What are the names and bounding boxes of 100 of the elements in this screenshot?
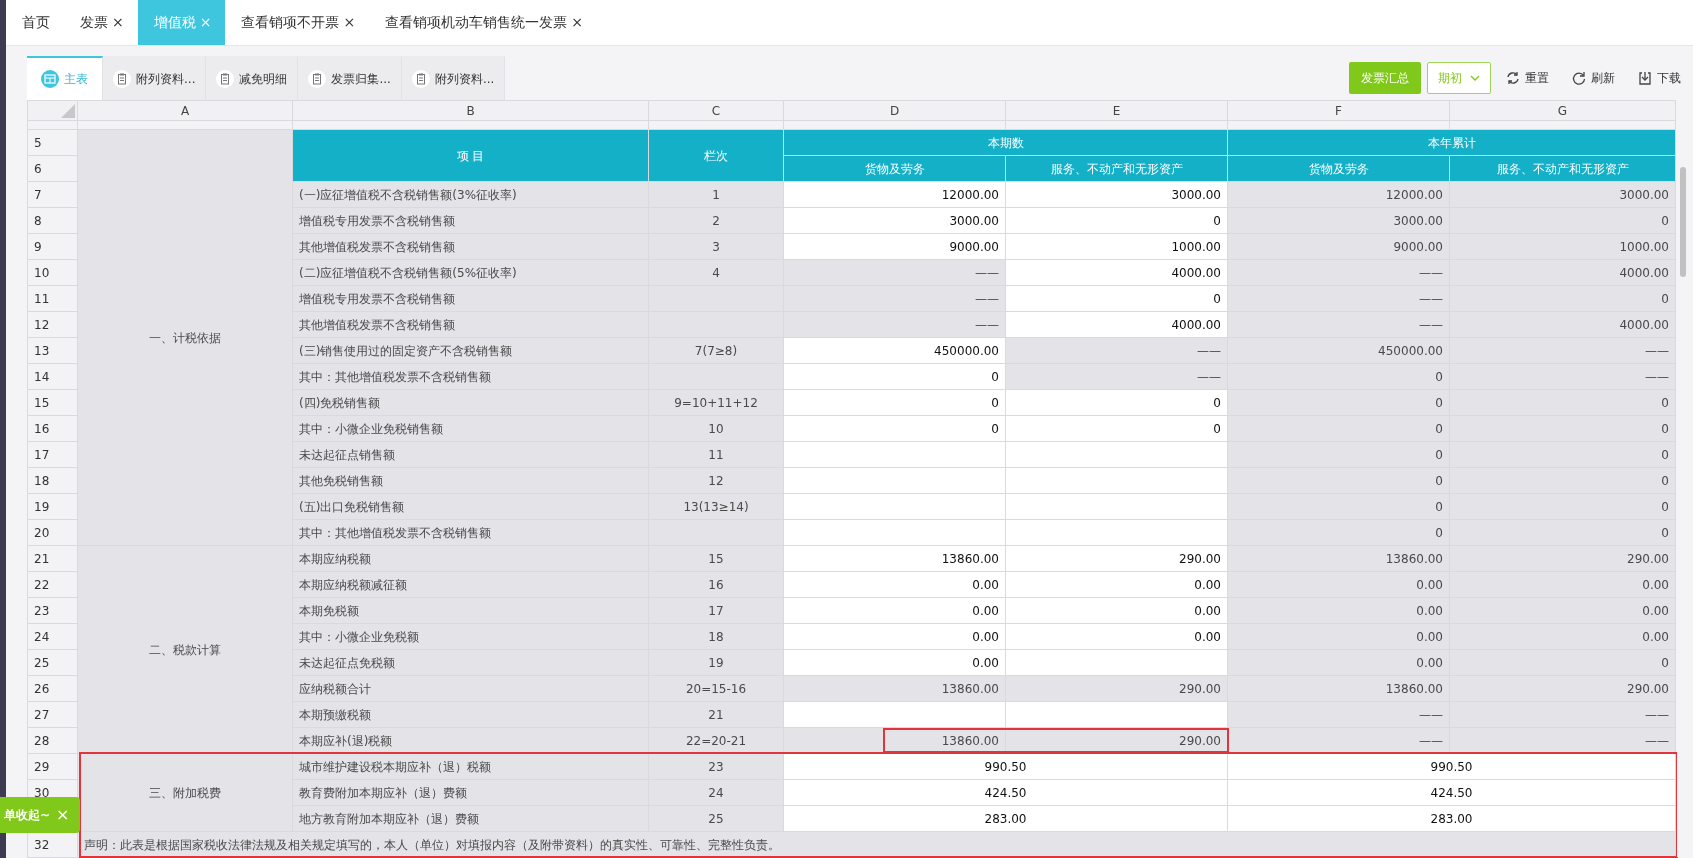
table-cell: 23 <box>649 754 783 779</box>
table-cell: 4000.00 <box>1450 312 1675 337</box>
table-cell: —— <box>1228 702 1449 727</box>
table-cell: 1 <box>649 182 783 207</box>
clipboard-icon <box>411 70 430 88</box>
table-cell: 未达起征点免税额 <box>293 650 648 675</box>
sheet-tab[interactable]: 附列资料... <box>401 56 506 100</box>
table-cell: 0.00 <box>784 624 1005 649</box>
column-header: 本年累计 <box>1228 130 1675 155</box>
table-cell: 9000.00 <box>1228 234 1449 259</box>
table-cell: 4000.00 <box>1006 312 1227 337</box>
table-cell: 7(7≥8) <box>649 338 783 363</box>
table-cell: 本期应纳税额减征额 <box>293 572 648 597</box>
toolbar-button[interactable]: 重置 <box>1497 69 1557 87</box>
table-cell: —— <box>1450 702 1675 727</box>
table-cell: 本期预缴税额 <box>293 702 648 727</box>
table-cell: 3 <box>649 234 783 259</box>
table-cell: 0 <box>1228 442 1449 467</box>
column-header[interactable]: C <box>648 100 784 121</box>
corner-icon <box>61 104 75 118</box>
column-header[interactable]: F <box>1227 100 1450 121</box>
column-header[interactable]: G <box>1449 100 1676 121</box>
sheet-tab[interactable]: 附列资料... <box>103 56 207 100</box>
table-cell: 12 <box>649 468 783 493</box>
table-cell: 18 <box>649 624 783 649</box>
refresh-icon <box>1571 70 1587 86</box>
table-cell: 本期免税额 <box>293 598 648 623</box>
toolbar-button[interactable]: 下载 <box>1629 69 1689 87</box>
close-icon[interactable]: × <box>343 12 356 33</box>
table-cell: 0.00 <box>1228 598 1449 623</box>
table-cell: 3000.00 <box>1450 182 1675 207</box>
column-header: 栏次 <box>649 130 783 181</box>
table-cell: 290.00 <box>1006 546 1227 571</box>
table-cell: 424.50 <box>1228 780 1675 805</box>
table-cell: (三)销售使用过的固定资产不含税销售额 <box>293 338 648 363</box>
table-cell: 0 <box>1006 208 1227 233</box>
sheet-tab[interactable]: 发票归集... <box>298 56 402 100</box>
table-cell: 本期应纳税额 <box>293 546 648 571</box>
close-icon[interactable]: × <box>112 12 124 33</box>
column-header: 服务、不动产和无形资产 <box>1006 156 1227 181</box>
table-cell: 0.00 <box>784 598 1005 623</box>
table-cell: 0 <box>1450 416 1675 441</box>
table-cell: 13860.00 <box>1228 676 1449 701</box>
table-cell: 地方教育附加本期应补（退）费额 <box>293 806 648 831</box>
table-cell: 其他增值税发票不含税销售额 <box>293 234 648 259</box>
tab[interactable]: 发票 × <box>64 0 138 45</box>
table-cell: 三、附加税费 <box>78 754 292 831</box>
table-cell: 0.00 <box>1450 572 1675 597</box>
table-cell: 0 <box>1006 416 1227 441</box>
table-cell: 0 <box>1450 390 1675 415</box>
column-header: 本期数 <box>784 130 1227 155</box>
table-cell: 1000.00 <box>1006 234 1227 259</box>
table-cell: —— <box>784 286 1005 311</box>
table-cell: (五)出口免税销售额 <box>293 494 648 519</box>
table-cell: 450000.00 <box>1228 338 1449 363</box>
table-cell: 本期应补(退)税额 <box>293 728 648 753</box>
column-header[interactable]: D <box>783 100 1006 121</box>
table-cell: (一)应征增值税不含税销售额(3%征收率) <box>293 182 648 207</box>
table-cell: 990.50 <box>784 754 1227 779</box>
column-header[interactable]: A <box>77 100 293 121</box>
table-cell: 0.00 <box>1450 598 1675 623</box>
table-cell: 0 <box>1450 520 1675 545</box>
tab[interactable]: 查看销项机动车销售统一发票 × <box>369 0 597 45</box>
close-icon[interactable]: × <box>571 12 583 33</box>
table-cell: —— <box>1228 286 1449 311</box>
table-cell: 二、税款计算 <box>78 546 292 753</box>
table-cell: 0.00 <box>1228 624 1449 649</box>
table-cell: 290.00 <box>1450 546 1675 571</box>
toolbar-button[interactable]: 刷新 <box>1563 69 1623 87</box>
tab[interactable]: 查看销项不开票 × <box>225 0 370 45</box>
tab[interactable]: 首页 <box>6 0 64 45</box>
table-cell: 22=20-21 <box>649 728 783 753</box>
table-cell: 增值税专用发票不含税销售额 <box>293 208 648 233</box>
table-cell: 0 <box>1228 416 1449 441</box>
table-cell: 283.00 <box>784 806 1227 831</box>
column-header[interactable]: B <box>292 100 649 121</box>
column-header: 项 目 <box>293 130 648 181</box>
table-cell: —— <box>1006 338 1227 363</box>
table-cell: 0 <box>784 390 1005 415</box>
table-cell: 0.00 <box>1228 650 1449 675</box>
table-cell: 其他免税销售额 <box>293 468 648 493</box>
table-cell: 0 <box>1450 208 1675 233</box>
download-icon <box>1637 70 1653 86</box>
reset-icon <box>1505 70 1521 86</box>
table-cell: 未达起征点销售额 <box>293 442 648 467</box>
table-cell: 0 <box>1450 442 1675 467</box>
table-cell: —— <box>1450 338 1675 363</box>
table-cell: —— <box>1450 728 1675 753</box>
table-cell: 城市维护建设税本期应补（退）税额 <box>293 754 648 779</box>
table-cell: 0 <box>1450 650 1675 675</box>
table-cell: 增值税专用发票不含税销售额 <box>293 286 648 311</box>
table-cell: 0 <box>784 416 1005 441</box>
table-cell: 0.00 <box>1228 572 1449 597</box>
column-header[interactable]: E <box>1005 100 1228 121</box>
table-cell: 0 <box>1006 390 1227 415</box>
table-cell: 25 <box>649 806 783 831</box>
table-cell: 2 <box>649 208 783 233</box>
table-cell: 24 <box>649 780 783 805</box>
sheet-tab[interactable]: 减免明细 <box>206 56 299 100</box>
chevron-down-icon <box>1470 75 1480 81</box>
